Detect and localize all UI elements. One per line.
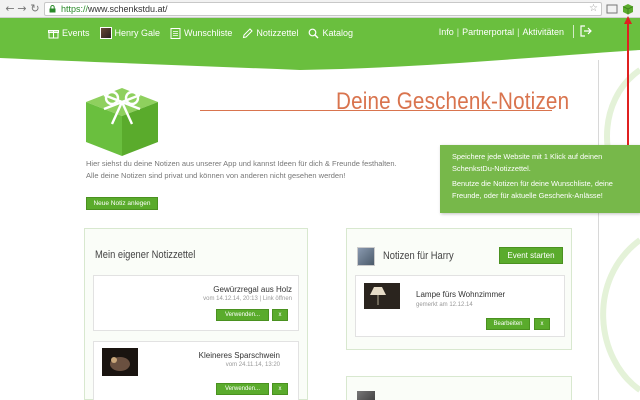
harry-notes-title: Notizen für Harry — [383, 250, 454, 262]
nav-notes[interactable]: Notizzettel — [242, 27, 299, 39]
delete-button[interactable]: x — [272, 309, 288, 321]
page-title: Deine Geschenk-Notizen — [336, 88, 570, 115]
decorative-swirl — [600, 67, 640, 393]
nav-catalog[interactable]: Katalog — [308, 28, 353, 39]
note-card-meta: vom 24.11.14, 13:20 — [225, 362, 280, 368]
reload-icon[interactable]: ↻ — [28, 2, 42, 16]
use-button[interactable]: Verwenden... — [216, 383, 269, 395]
address-bar[interactable]: https://www.schenkstdu.at/ ☆ — [44, 2, 602, 16]
url-host: www.schenkstdu.at/ — [88, 4, 168, 14]
intro-text: Hier siehst du deine Notizen aus unserer… — [86, 158, 486, 182]
start-event-button[interactable]: Event starten — [499, 247, 563, 264]
cast-icon[interactable] — [606, 3, 618, 15]
red-arrow-indicator — [624, 16, 632, 148]
nav-separator: | — [517, 27, 520, 37]
delete-button[interactable]: x — [272, 383, 288, 395]
extension-tooltip: Speichere jede Website mit 1 Klick auf d… — [440, 145, 640, 213]
nav-profile[interactable]: Henry Gale — [99, 27, 161, 39]
list-icon — [170, 27, 181, 39]
nav-events-label: Events — [62, 28, 90, 38]
note-thumbnail — [102, 348, 138, 376]
note-card-meta: gemerkt am 12.12.14 — [416, 302, 473, 308]
nav-notes-label: Notizzettel — [256, 28, 299, 38]
harry-notes-panel: Notizen für Harry Event starten Lampe fü… — [346, 228, 572, 350]
search-icon — [309, 28, 319, 38]
tooltip-line-3: Benutze die Notizen für deine Wunschlist… — [452, 179, 613, 188]
nav-events[interactable]: Events — [48, 28, 90, 39]
friend-avatar — [357, 247, 375, 266]
secondary-nav: Info | Partnerportal | Aktivitäten — [439, 27, 564, 37]
avatar — [99, 27, 112, 39]
logout-icon[interactable] — [580, 25, 592, 37]
tooltip-line-2: SchenkstDu-Notizzettel. — [452, 164, 531, 173]
browser-toolbar: ← → ↻ https://www.schenkstdu.at/ ☆ — [0, 0, 640, 18]
note-card-title: Kleineres Sparschwein — [198, 351, 280, 360]
note-thumbnail — [364, 283, 400, 309]
nav-wishlist[interactable]: Wunschliste — [170, 27, 233, 39]
gift-box-logo — [86, 88, 158, 156]
new-note-button[interactable]: Neue Notiz anlegen — [86, 197, 158, 210]
url-scheme: https:// — [61, 4, 89, 14]
pencil-icon — [243, 27, 254, 38]
nav-wishlist-label: Wunschliste — [184, 28, 233, 38]
tooltip-line-4: Freunde, oder für aktuelle Geschenk-Anlä… — [452, 191, 603, 200]
note-card: Lampe fürs Wohnzimmer gemerkt am 12.12.1… — [355, 275, 565, 337]
edit-button[interactable]: Bearbeiten — [486, 318, 530, 330]
note-card: Kleineres Sparschwein vom 24.11.14, 13:2… — [93, 341, 299, 400]
tooltip-line-1: Speichere jede Website mit 1 Klick auf d… — [452, 152, 603, 161]
bookmark-star-icon[interactable]: ☆ — [589, 3, 598, 15]
lock-icon — [49, 5, 56, 13]
note-card-meta[interactable]: vom 14.12.14, 20:13 | Link öffnen — [203, 296, 292, 302]
next-friend-panel — [346, 376, 572, 400]
logout-divider — [573, 25, 574, 38]
intro-line-2: Alle deine Notizen sind privat und könne… — [86, 171, 346, 180]
gift-icon — [48, 29, 59, 38]
delete-button[interactable]: x — [534, 318, 550, 330]
friend-avatar — [357, 391, 375, 400]
nav-separator: | — [456, 27, 460, 37]
nav-catalog-label: Katalog — [322, 28, 353, 38]
note-card: Gewürzregal aus Holz vom 14.12.14, 20:13… — [93, 275, 299, 331]
intro-line-1: Hier siehst du deine Notizen aus unserer… — [86, 159, 397, 168]
nav-activities[interactable]: Aktivitäten — [522, 27, 564, 37]
nav-profile-label: Henry Gale — [114, 28, 161, 38]
main-nav: Events Henry Gale Wunschliste Notizzette… — [48, 27, 363, 39]
own-notes-panel: Mein eigener Notizzettel Gewürzregal aus… — [84, 228, 308, 400]
nav-info[interactable]: Info — [439, 27, 454, 37]
own-notes-title: Mein eigener Notizzettel — [95, 249, 196, 261]
header-band — [0, 18, 640, 70]
nav-partnerportal[interactable]: Partnerportal — [462, 27, 514, 37]
use-button[interactable]: Verwenden... — [216, 309, 269, 321]
note-card-title: Lampe fürs Wohnzimmer — [416, 290, 506, 299]
forward-icon[interactable]: → — [15, 2, 29, 16]
note-card-title: Gewürzregal aus Holz — [213, 285, 292, 294]
